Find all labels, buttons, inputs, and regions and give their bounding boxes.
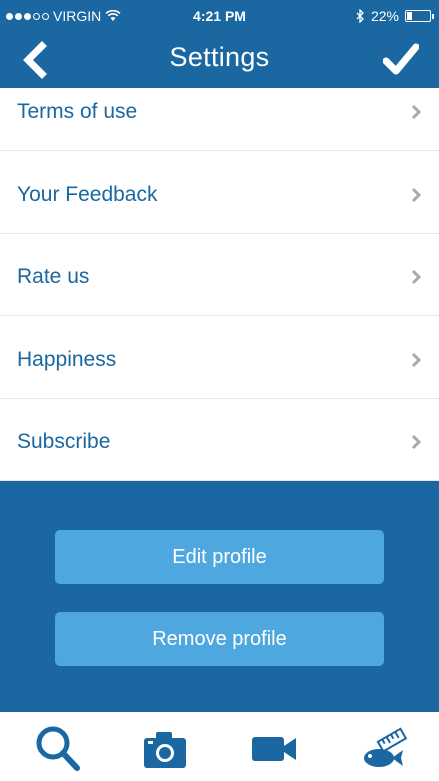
settings-item-your-feedback[interactable]: Your Feedback [0, 151, 439, 234]
profile-actions-panel: Edit profile Remove profile [0, 481, 439, 712]
settings-item-label: Terms of use [17, 100, 138, 123]
battery-icon [405, 10, 434, 22]
tab-camera[interactable] [140, 724, 190, 772]
search-icon [36, 726, 80, 771]
tab-bar [0, 712, 439, 781]
remove-profile-button[interactable]: Remove profile [55, 612, 384, 666]
checkmark-icon [382, 43, 420, 75]
tab-fish-measure[interactable] [357, 724, 408, 772]
chevron-right-icon [411, 187, 421, 202]
status-right: 22% [356, 8, 434, 24]
done-button[interactable] [382, 42, 420, 78]
settings-item-happiness[interactable]: Happiness [0, 316, 439, 399]
battery-percent: 22% [370, 8, 399, 24]
chevron-right-icon [411, 352, 421, 367]
settings-item-terms-of-use[interactable]: Terms of use [0, 88, 439, 151]
edit-profile-button[interactable]: Edit profile [55, 530, 384, 584]
settings-item-rate-us[interactable]: Rate us [0, 234, 439, 316]
settings-item-label: Your Feedback [17, 182, 158, 206]
bluetooth-icon [356, 9, 364, 23]
chevron-right-icon [411, 434, 421, 450]
settings-item-label: Happiness [17, 347, 117, 371]
settings-item-subscribe[interactable]: Subscribe [0, 399, 439, 481]
status-bar: VIRGIN 4:21 PM 22% [0, 0, 439, 32]
video-camera-icon [252, 737, 296, 761]
settings-item-label: Subscribe [17, 430, 111, 453]
camera-icon [144, 732, 186, 768]
tab-video[interactable] [250, 724, 300, 772]
tab-search[interactable] [33, 724, 83, 772]
chevron-right-icon [411, 104, 421, 120]
settings-item-label: Rate us [17, 265, 90, 288]
nav-bar: Settings [0, 32, 439, 88]
chevron-right-icon [411, 269, 421, 285]
settings-list: Terms of use Your Feedback Rate us Happi… [0, 88, 439, 481]
fish-ruler-icon [364, 727, 408, 767]
page-title: Settings [169, 42, 270, 72]
